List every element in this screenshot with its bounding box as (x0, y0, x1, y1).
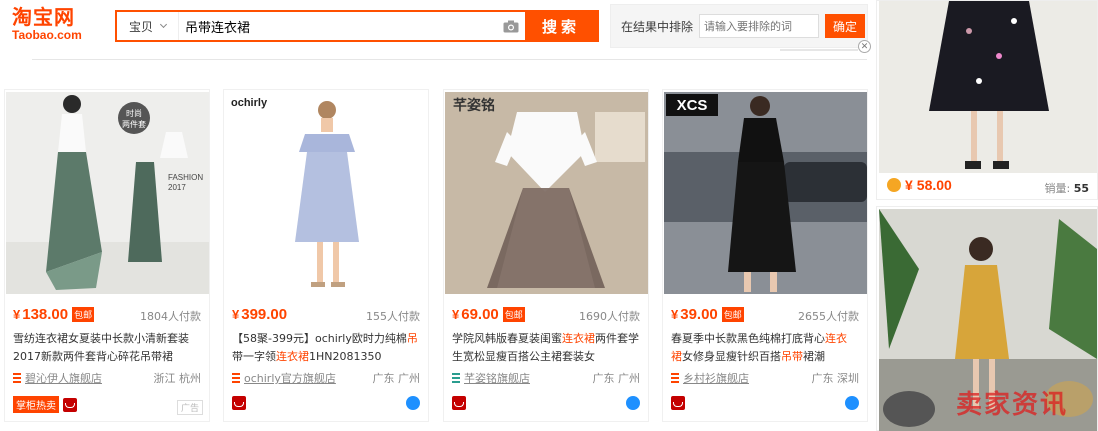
exclude-input[interactable] (699, 14, 820, 38)
taobao-logo[interactable]: 淘宝网 Taobao.com (12, 6, 92, 46)
image-badge-text: 时尚 (126, 108, 142, 118)
search-button[interactable]: 搜索 (525, 12, 597, 40)
search-bar: 宝贝 搜索 (115, 10, 599, 42)
exclude-confirm-button[interactable]: 确定 (825, 14, 866, 38)
shop-icon (671, 373, 679, 383)
image-fashion-text: FASHION (168, 173, 203, 182)
location: 广东 广州 (372, 372, 421, 385)
shop-icon (232, 373, 240, 383)
shop-link[interactable]: ochirly官方旗舰店 (232, 370, 336, 386)
watermark: 卖家资讯 (956, 390, 1069, 420)
product-price: ¥ 399.00 (232, 306, 288, 323)
product-card[interactable]: XCS ¥ 39.00 包邮 2655人付款 春夏季中长款黑色纯棉打底背心连衣裙… (662, 89, 868, 422)
image-year-text: 2017 (168, 183, 186, 192)
chevron-down-icon (159, 20, 168, 29)
logo-cn: 淘宝网 (12, 5, 75, 29)
product-card[interactable]: 时尚 两件套 FASHION 2017 ¥ 138.00 包邮 1804人付款 … (4, 89, 210, 422)
tmall-icon[interactable] (671, 396, 685, 410)
paid-count: 1690人付款 (579, 310, 640, 323)
side-product-card[interactable]: ¥58.00 销量: 55 (876, 0, 1098, 200)
tmall-icon[interactable] (63, 397, 77, 412)
ad-label: 广告 (176, 400, 203, 415)
side-price: ¥58.00 (887, 177, 952, 193)
paid-count: 2655人付款 (798, 310, 859, 323)
hot-seller-badge[interactable]: 掌柜热卖 (13, 396, 59, 413)
product-image[interactable] (879, 1, 1097, 173)
product-price: ¥ 138.00 包邮 (13, 306, 95, 323)
divider (780, 49, 858, 51)
product-image[interactable]: XCS (664, 92, 867, 294)
shop-link[interactable]: 乡村衫旗舰店 (671, 370, 749, 386)
sales-count: 销量: 55 (1044, 182, 1089, 195)
shop-icon (452, 373, 460, 383)
badge-row (232, 396, 246, 410)
product-card[interactable]: ochirly ¥ 399.00 155人付款 【58聚-399元】ochirl… (223, 89, 429, 422)
badge-row (452, 396, 466, 410)
paid-count: 1804人付款 (140, 310, 201, 323)
free-shipping-badge: 包邮 (72, 307, 95, 322)
coin-icon (887, 178, 901, 192)
image-badge-text-2: 两件套 (122, 119, 146, 129)
logo-en: Taobao.com (12, 28, 82, 42)
product-price: ¥ 69.00 包邮 (452, 306, 525, 323)
product-image[interactable]: ochirly (225, 92, 428, 294)
product-title[interactable]: 春夏季中长款黑色纯棉打底背心连衣 裙女修身显瘦针织百搭吊带裙潮 (671, 330, 863, 366)
close-icon[interactable]: ✕ (858, 40, 871, 53)
brand-text: 芊姿铭 (453, 97, 495, 114)
product-card[interactable]: 芊姿铭 ¥ 69.00 包邮 1690人付款 学院风韩版春夏装闺蜜连衣裙两件套学… (443, 89, 649, 422)
tmall-icon[interactable] (232, 396, 246, 410)
shop-link[interactable]: 芊姿铭旗舰店 (452, 370, 530, 386)
product-title[interactable]: 【58聚-399元】ochirly欧时力纯棉吊带一字领连衣裙1HN2081350 (232, 330, 424, 366)
wangwang-chat-icon[interactable] (845, 396, 859, 410)
search-scope-label: 宝贝 (128, 19, 153, 34)
shop-icon (13, 373, 21, 383)
exclude-panel: 在结果中排除 确定 (610, 4, 868, 48)
shop-link[interactable]: 碧沁伊人旗舰店 (13, 370, 102, 386)
tmall-icon[interactable] (452, 396, 466, 410)
camera-icon[interactable] (497, 12, 525, 40)
badge-row: 掌柜热卖 (13, 396, 77, 413)
wangwang-chat-icon[interactable] (626, 396, 640, 410)
product-title[interactable]: 学院风韩版春夏装闺蜜连衣裙两件套学生宽松显瘦百搭公主裙套装女 (452, 330, 644, 366)
location: 广东 广州 (592, 372, 641, 385)
exclude-label: 在结果中排除 (621, 19, 694, 34)
location: 浙江 杭州 (153, 372, 202, 385)
brand-text: ochirly (231, 97, 268, 109)
product-image[interactable]: 芊姿铭 (445, 92, 648, 294)
product-title[interactable]: 雪纺连衣裙女夏装中长款小清新套装2017新款两件套背心碎花吊带裙 (13, 330, 205, 366)
free-shipping-badge: 包邮 (502, 307, 525, 322)
search-scope-dropdown[interactable]: 宝贝 (117, 12, 179, 40)
paid-count: 155人付款 (366, 310, 420, 323)
location: 广东 深圳 (811, 372, 860, 385)
product-price: ¥ 39.00 包邮 (671, 306, 744, 323)
wangwang-chat-icon[interactable] (406, 396, 420, 410)
search-input[interactable] (179, 12, 497, 40)
badge-row (671, 396, 685, 410)
brand-text: XCS (677, 97, 708, 114)
header-divider (32, 59, 867, 60)
product-image[interactable]: 时尚 两件套 FASHION 2017 (6, 92, 209, 294)
free-shipping-badge: 包邮 (721, 307, 744, 322)
